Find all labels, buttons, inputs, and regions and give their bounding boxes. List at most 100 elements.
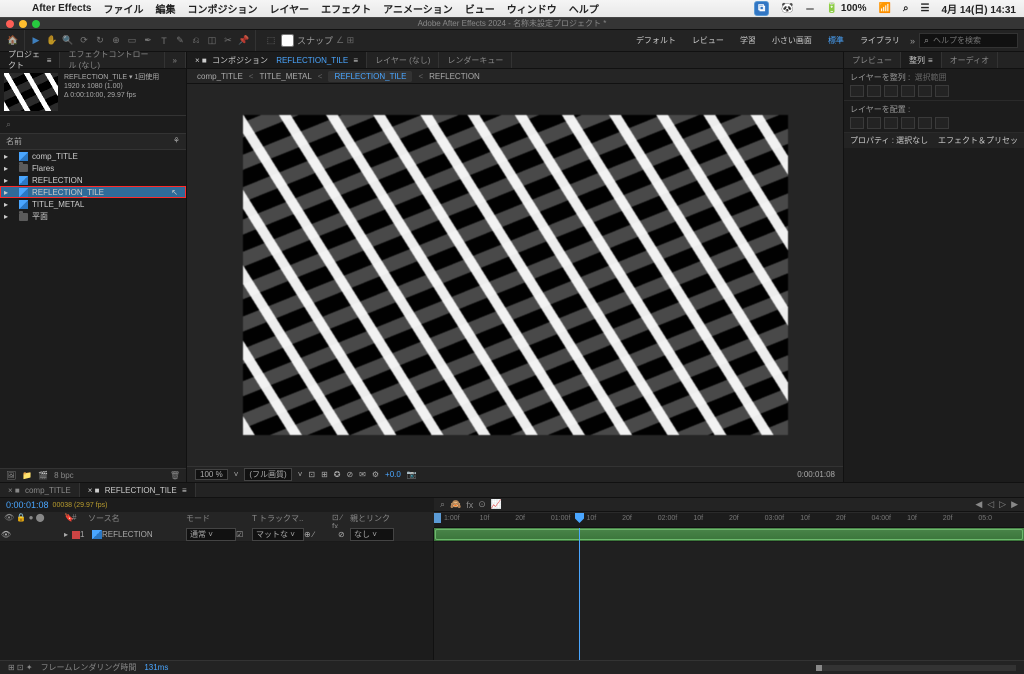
nav-prev-icon[interactable]: ◁ <box>987 499 994 510</box>
tab-more-icon[interactable]: » <box>165 52 186 68</box>
align-right-icon[interactable] <box>884 85 898 97</box>
puppet-tool-icon[interactable]: 📌 <box>237 34 251 48</box>
menu-item[interactable]: アニメーション <box>383 1 453 16</box>
project-item[interactable]: ▸comp_TITLE <box>0 150 186 162</box>
menu-item[interactable]: エフェクト <box>321 1 371 16</box>
menu-item[interactable]: コンポジション <box>187 1 257 16</box>
timeline-graph-icon[interactable]: 📈 <box>491 499 502 510</box>
apple-icon[interactable] <box>8 3 20 15</box>
viewer-icon[interactable]: ⚙ <box>372 470 379 479</box>
snap-checkbox[interactable] <box>281 34 294 47</box>
pen-tool-icon[interactable]: ✒ <box>141 34 155 48</box>
status-icon[interactable]: 🐼 <box>781 3 793 14</box>
snap-icon[interactable]: ⬚ <box>264 34 278 48</box>
align-left-icon[interactable] <box>850 85 864 97</box>
brush-tool-icon[interactable]: ✎ <box>173 34 187 48</box>
tab-audio[interactable]: オーディオ <box>942 52 998 68</box>
close-icon[interactable] <box>6 20 14 28</box>
align-center-v-icon[interactable] <box>918 85 932 97</box>
parent-select[interactable]: なし ˅ <box>350 528 394 541</box>
viewer-icon[interactable]: ✉ <box>359 470 366 479</box>
align-center-h-icon[interactable] <box>867 85 881 97</box>
nav-next-icon[interactable]: ▷ <box>999 499 1006 510</box>
cti-marker[interactable] <box>575 513 584 523</box>
menu-item[interactable]: ファイル <box>103 1 143 16</box>
matte-select[interactable]: マットな ˅ <box>252 528 304 541</box>
breadcrumb-item[interactable]: REFLECTION <box>429 72 480 81</box>
menu-item[interactable]: ヘルプ <box>569 1 599 16</box>
bpc-label[interactable]: 8 bpc <box>54 471 164 480</box>
workspace-tab[interactable]: レビュー <box>686 33 730 48</box>
distribute-icon[interactable] <box>935 117 949 129</box>
viewer-icon[interactable]: ✪ <box>334 470 341 479</box>
zoom-slider[interactable] <box>816 665 1016 671</box>
clock[interactable]: 4月 14(日) 14:31 <box>942 1 1016 16</box>
project-item[interactable]: ▸平面 <box>0 210 186 223</box>
folder-icon[interactable]: 📁 <box>22 471 32 480</box>
nav-start-icon[interactable]: ◀ <box>975 499 982 510</box>
lang-indicator[interactable] <box>806 8 814 10</box>
playhead[interactable] <box>579 528 580 660</box>
type-tool-icon[interactable]: T <box>157 34 171 48</box>
workspace-tab[interactable]: ライブラリ <box>854 33 906 48</box>
shape-tool-icon[interactable]: ▭ <box>125 34 139 48</box>
menu-item[interactable]: ウィンドウ <box>507 1 557 16</box>
project-item[interactable]: ▸REFLECTION <box>0 174 186 186</box>
status-icon[interactable]: ⧉ <box>754 1 769 16</box>
traffic-lights[interactable] <box>6 20 40 28</box>
viewer[interactable] <box>187 84 843 466</box>
maximize-icon[interactable] <box>32 20 40 28</box>
menu-item[interactable]: レイヤー <box>269 1 309 16</box>
minimize-icon[interactable] <box>19 20 27 28</box>
tab-renderqueue[interactable]: レンダーキュー <box>439 52 512 68</box>
wifi-icon[interactable]: 📶 <box>878 3 890 14</box>
workspace-tab[interactable]: 学習 <box>734 33 762 48</box>
share-icon[interactable]: ⚘ <box>173 136 180 147</box>
roto-tool-icon[interactable]: ✂ <box>221 34 235 48</box>
timeline-motion-blur-icon[interactable]: ⊙ <box>478 499 486 510</box>
hand-tool-icon[interactable]: ✋ <box>45 34 59 48</box>
viewer-icon[interactable]: ⊡ <box>308 470 315 479</box>
presets-label[interactable]: エフェクト＆プリセッ <box>938 135 1018 146</box>
tab-composition[interactable]: × ■ コンポジション REFLECTION_TILE ≡ <box>187 52 367 68</box>
breadcrumb-item[interactable]: TITLE_METAL <box>259 72 311 81</box>
project-item[interactable]: ▸TITLE_METAL <box>0 198 186 210</box>
align-target[interactable]: 選択範囲 <box>915 73 947 82</box>
timeline-tab-active[interactable]: × ■ REFLECTION_TILE ≡ <box>80 483 196 497</box>
clone-tool-icon[interactable]: ⎌ <box>189 34 203 48</box>
snapshot-icon[interactable]: 📷 <box>407 470 417 479</box>
workspace-tab[interactable]: 小さい画面 <box>766 33 818 48</box>
timeline-fx-icon[interactable]: fx <box>466 500 473 510</box>
workspace-more-icon[interactable]: » <box>910 36 915 46</box>
distribute-icon[interactable] <box>850 117 864 129</box>
tab-effect-controls[interactable]: エフェクトコントロール (なし) <box>60 52 164 68</box>
timeline-shy-icon[interactable]: 🙈 <box>450 499 461 510</box>
timecode[interactable]: 0:00:01:08 <box>6 500 49 510</box>
workspace-tab[interactable]: デフォルト <box>630 33 682 48</box>
new-comp-icon[interactable]: 🎬 <box>38 471 48 480</box>
timeline-search-icon[interactable]: ⌕ <box>440 499 445 510</box>
work-area-start[interactable] <box>434 513 441 523</box>
breadcrumb-item[interactable]: comp_TITLE <box>197 72 243 81</box>
viewer-icon[interactable]: ⊘ <box>346 470 353 479</box>
img-icon[interactable]: 🖼 <box>6 471 16 480</box>
resolution-select[interactable]: (フル画質) <box>244 468 291 481</box>
nav-end-icon[interactable]: ▶ <box>1011 499 1018 510</box>
column-header-name[interactable]: 名前 <box>6 136 22 147</box>
home-icon[interactable]: 🏠 <box>6 34 20 48</box>
layer-row[interactable]: 👁 ▸ 1 REFLECTION 通常 ˅ ☑ マットな ˅ ⊕ ∕ ⊘ なし … <box>0 528 433 542</box>
tab-align[interactable]: 整列 ≡ <box>901 52 942 68</box>
trash-icon[interactable]: 🗑 <box>170 471 180 480</box>
composition-preview[interactable] <box>243 115 788 435</box>
current-time[interactable]: 0:00:01:08 <box>797 470 835 479</box>
breadcrumb-item-active[interactable]: REFLECTION_TILE <box>328 71 412 82</box>
control-center-icon[interactable]: ☰ <box>921 3 930 14</box>
menu-item[interactable]: ビュー <box>465 1 495 16</box>
zoom-tool-icon[interactable]: 🔍 <box>61 34 75 48</box>
tab-preview[interactable]: プレビュー <box>844 52 901 68</box>
zoom-select[interactable]: 100 % <box>195 469 228 480</box>
blend-mode-select[interactable]: 通常 ˅ <box>186 528 236 541</box>
orbit-tool-icon[interactable]: ⟳ <box>77 34 91 48</box>
toggle-switches-icon[interactable]: ⊞ ⊡ ✦ <box>8 663 33 672</box>
battery-icon[interactable]: 🔋 100% <box>826 3 867 14</box>
